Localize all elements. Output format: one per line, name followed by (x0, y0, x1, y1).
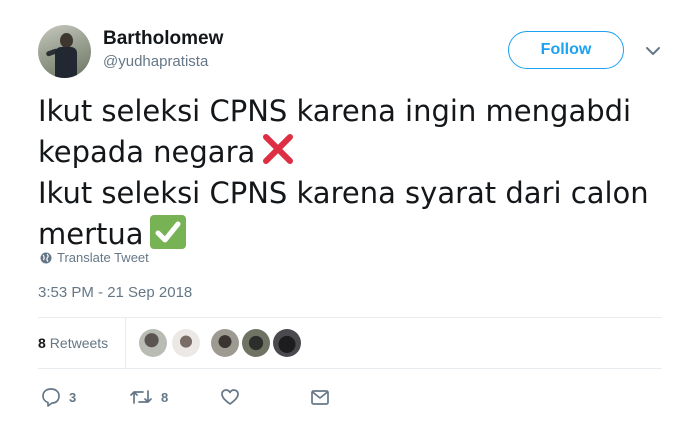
like-button[interactable] (220, 385, 240, 409)
chevron-down-icon[interactable] (644, 42, 662, 60)
direct-message-button[interactable] (310, 385, 330, 409)
tweet-timestamp[interactable]: 3:53 PM - 21 Sep 2018 (38, 284, 192, 301)
tweet-line-1: Ikut seleksi CPNS karena ingin mengabdi (38, 94, 632, 128)
retweets-stat[interactable]: 8 Retweets (38, 318, 108, 368)
globe-icon (40, 252, 52, 263)
author-name[interactable]: Bartholomew (103, 28, 223, 50)
heart-icon (221, 389, 239, 405)
check-mark-icon (149, 215, 186, 249)
avatar-body (55, 47, 77, 78)
retweeter-avatar[interactable] (273, 329, 301, 357)
author-avatar[interactable] (38, 25, 91, 78)
retweets-stat-count: 8 (38, 335, 46, 351)
tweet-line-4: mertua (38, 217, 144, 251)
retweeter-avatar[interactable] (172, 329, 200, 357)
stats-separator (125, 318, 126, 368)
tweet-line-3: Ikut seleksi CPNS karena syarat dari cal… (38, 176, 649, 210)
tweet-actions: 3 8 (38, 385, 662, 409)
tweet-line-4-wrapper: mertua (38, 214, 658, 255)
retweet-count: 8 (161, 389, 169, 405)
retweeter-avatar[interactable] (242, 329, 270, 357)
divider-bottom (38, 368, 662, 369)
tweet-line-2-wrapper: kepada negara (38, 132, 658, 173)
retweeter-avatar[interactable] (139, 329, 167, 357)
retweeter-avatar[interactable] (211, 329, 239, 357)
tweet-stats: 8 Retweets (38, 318, 662, 368)
cross-mark-icon (263, 134, 294, 164)
retweet-icon (130, 390, 152, 404)
retweets-stat-label: Retweets (49, 335, 109, 351)
translate-label[interactable]: Translate Tweet (57, 250, 149, 265)
tweet-line-2: kepada negara (38, 135, 256, 169)
envelope-icon (311, 390, 329, 405)
tweet-text: Ikut seleksi CPNS karena ingin mengabdi … (38, 91, 658, 255)
follow-button[interactable]: Follow (508, 31, 624, 69)
retweet-button[interactable]: 8 (129, 385, 168, 409)
author-handle[interactable]: @yudhapratista (103, 53, 208, 70)
reply-count: 3 (69, 389, 77, 405)
reply-button[interactable]: 3 (41, 385, 76, 409)
reply-icon (42, 388, 60, 407)
avatar-head (60, 33, 73, 48)
translate-tweet-link[interactable]: Translate Tweet (40, 250, 149, 265)
